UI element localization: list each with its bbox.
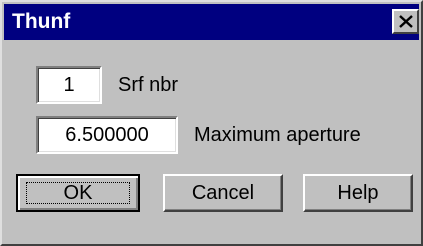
close-icon — [399, 15, 413, 28]
cancel-button-label: Cancel — [191, 182, 255, 204]
window-title: Thunf — [12, 10, 71, 33]
ok-button[interactable]: OK — [16, 174, 140, 212]
maximum-aperture-field[interactable]: 6.500000 — [36, 116, 178, 154]
cancel-button[interactable]: Cancel — [163, 174, 283, 212]
close-button[interactable] — [392, 9, 419, 34]
surface-number-field[interactable]: 1 — [36, 66, 102, 104]
help-button[interactable]: Help — [303, 174, 413, 212]
thunf-dialog: Thunf 1 Srf nbr 6.500000 Maximum apertur… — [0, 0, 423, 246]
surface-number-label: Srf nbr — [118, 74, 179, 96]
ok-button-label: OK — [63, 182, 93, 204]
title-bar[interactable]: Thunf — [4, 4, 419, 40]
maximum-aperture-label: Maximum aperture — [194, 124, 361, 146]
help-button-label: Help — [337, 182, 379, 204]
